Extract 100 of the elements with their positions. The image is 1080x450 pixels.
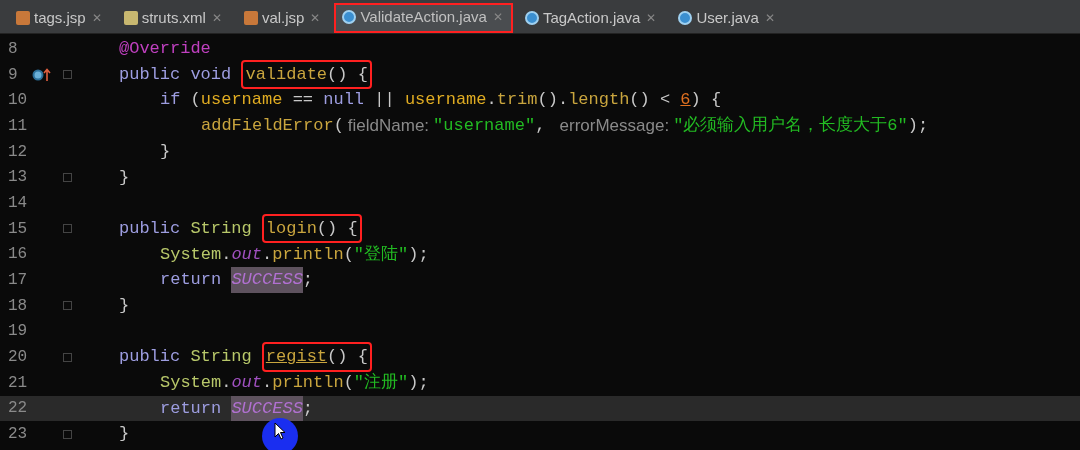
line-number: 9 bbox=[7, 64, 19, 86]
code-keyword: return bbox=[160, 397, 223, 420]
code-method: validate bbox=[245, 63, 328, 86]
code-static-field: out bbox=[231, 241, 263, 268]
class-icon bbox=[342, 10, 357, 24]
code-static-field: out bbox=[231, 370, 263, 396]
code-text: . bbox=[262, 243, 273, 266]
code-method: addFieldError bbox=[201, 115, 334, 138]
code-text: ) { bbox=[690, 89, 722, 112]
line-number: 18 bbox=[7, 295, 29, 317]
code-method: println bbox=[272, 372, 344, 395]
code-keyword: if bbox=[160, 89, 181, 112]
fold-marker[interactable] bbox=[62, 301, 72, 311]
editor-tab[interactable]: val.jsp ✕ bbox=[235, 3, 331, 33]
code-text: } bbox=[119, 423, 130, 446]
file-icon bbox=[123, 11, 138, 25]
close-button[interactable]: ✕ bbox=[89, 9, 104, 27]
tab-label: TagAction.java bbox=[542, 7, 641, 28]
code-method: length bbox=[568, 89, 630, 112]
code-string: "登陆" bbox=[353, 243, 409, 266]
code-text: () < bbox=[629, 89, 672, 112]
line-number: 22 bbox=[7, 398, 29, 420]
code-keyword: void bbox=[190, 63, 233, 86]
code-text: ); bbox=[408, 243, 429, 266]
code-string: "注册" bbox=[353, 372, 409, 395]
code-type: String bbox=[190, 217, 253, 240]
code-text: . bbox=[486, 89, 497, 112]
code-text: () { bbox=[327, 346, 368, 369]
tab-label: tags.jsp bbox=[34, 7, 86, 28]
fold-marker[interactable] bbox=[62, 429, 72, 439]
fold-marker[interactable] bbox=[62, 352, 72, 362]
fold-marker[interactable] bbox=[62, 224, 72, 234]
editor-tab[interactable]: User.java ✕ bbox=[670, 3, 785, 33]
code-text: (). bbox=[537, 89, 569, 112]
code-text: } bbox=[160, 140, 171, 163]
code-text: . bbox=[262, 372, 273, 395]
code-text: ); bbox=[907, 115, 929, 138]
code-method: login bbox=[265, 217, 317, 240]
code-text: || bbox=[373, 89, 396, 112]
editor-tab[interactable]: struts.xml ✕ bbox=[115, 3, 232, 33]
code-number: 6 bbox=[680, 89, 691, 112]
close-button[interactable]: ✕ bbox=[209, 9, 224, 27]
code-text: ( bbox=[189, 89, 201, 112]
code-type: System bbox=[160, 372, 222, 395]
line-number: 15 bbox=[7, 218, 29, 240]
code-keyword: public bbox=[119, 346, 182, 369]
code-field: username bbox=[404, 87, 487, 113]
code-text: ; bbox=[302, 397, 314, 420]
code-text: } bbox=[119, 294, 130, 317]
file-icon bbox=[16, 11, 30, 25]
code-text: == bbox=[291, 89, 315, 112]
code-constant: SUCCESS bbox=[231, 395, 303, 422]
close-button[interactable]: ✕ bbox=[490, 8, 505, 26]
close-button[interactable]: ✕ bbox=[308, 9, 323, 27]
parameter-hint: errorMessage: bbox=[558, 115, 671, 138]
class-icon bbox=[524, 11, 539, 25]
code-text: } bbox=[119, 166, 130, 189]
line-number: 11 bbox=[7, 115, 29, 137]
code-method: println bbox=[272, 243, 344, 266]
line-number: 17 bbox=[7, 270, 29, 292]
code-type: System bbox=[160, 243, 222, 266]
line-number: 23 bbox=[7, 424, 29, 446]
code-text: . bbox=[221, 372, 232, 395]
code-keyword: public bbox=[119, 217, 182, 240]
line-number: 16 bbox=[7, 244, 29, 266]
code-text: ); bbox=[408, 372, 429, 395]
parameter-hint: fieldName: bbox=[346, 115, 431, 138]
fold-marker[interactable] bbox=[62, 70, 72, 80]
code-text: , bbox=[535, 115, 547, 138]
editor-tab[interactable]: ValidateAction.java ✕ bbox=[334, 3, 513, 33]
code-keyword: null bbox=[323, 89, 365, 112]
close-button[interactable]: ✕ bbox=[644, 9, 659, 27]
code-method: trim bbox=[496, 89, 538, 112]
file-icon bbox=[243, 11, 258, 25]
tab-label: struts.xml bbox=[141, 7, 206, 28]
mouse-pointer-icon bbox=[274, 422, 286, 440]
code-text: ( bbox=[343, 243, 354, 266]
code-type: String bbox=[190, 346, 253, 369]
fold-marker[interactable] bbox=[62, 172, 72, 182]
editor-tab[interactable]: TagAction.java ✕ bbox=[516, 3, 667, 33]
code-annotation: @Override bbox=[119, 38, 211, 61]
class-icon bbox=[678, 11, 693, 25]
code-constant: SUCCESS bbox=[231, 267, 303, 293]
code-text: ( bbox=[333, 115, 344, 138]
line-number: 13 bbox=[7, 167, 29, 189]
line-number: 14 bbox=[7, 192, 29, 214]
line-number: 12 bbox=[7, 141, 29, 163]
code-string: "username" bbox=[433, 115, 536, 138]
override-icon[interactable] bbox=[32, 67, 52, 82]
code-text: () { bbox=[327, 63, 368, 86]
line-number: 20 bbox=[7, 347, 29, 369]
tab-label: ValidateAction.java bbox=[360, 6, 487, 27]
code-text: () { bbox=[316, 217, 358, 240]
close-button[interactable]: ✕ bbox=[762, 9, 777, 27]
tab-label: User.java bbox=[696, 7, 759, 28]
line-number: 8 bbox=[7, 38, 19, 60]
code-keyword: public bbox=[119, 63, 182, 86]
code-text: ( bbox=[343, 372, 354, 395]
editor-tab[interactable]: tags.jsp ✕ bbox=[8, 3, 112, 33]
code-field: username bbox=[200, 87, 283, 113]
